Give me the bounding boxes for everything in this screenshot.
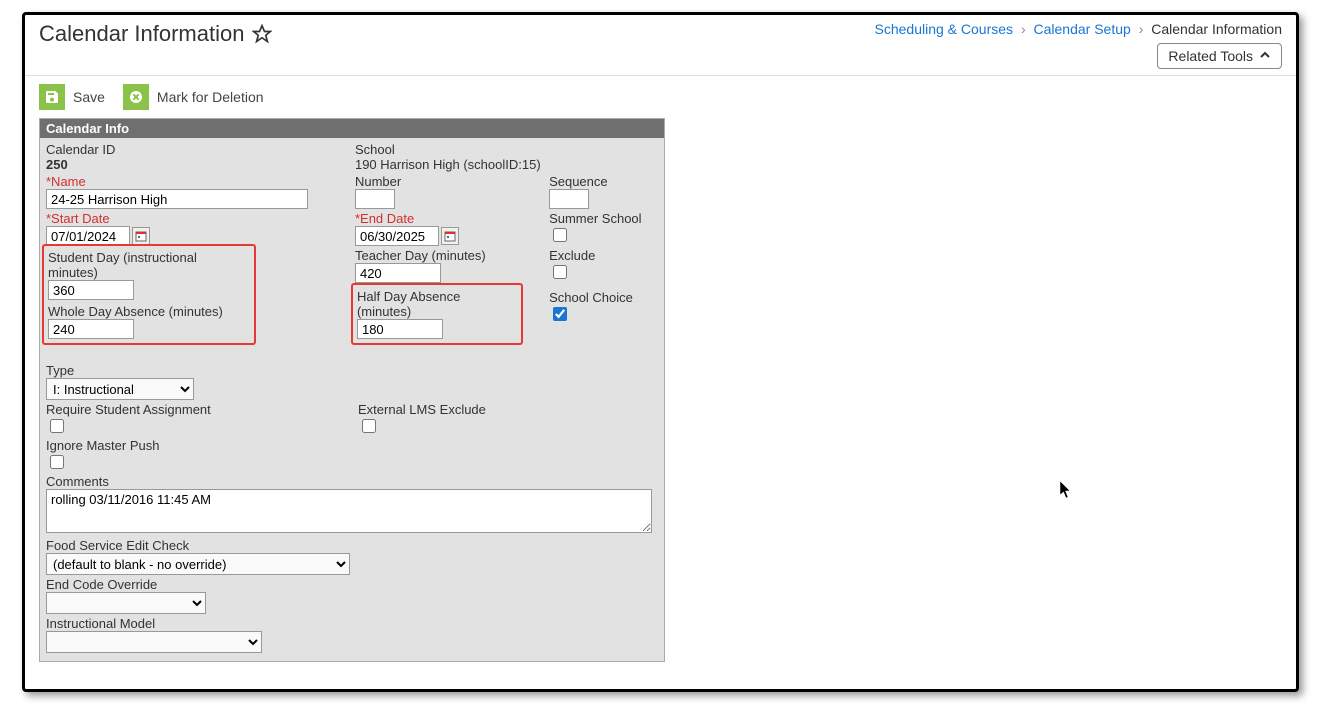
require-student-assignment-label: Require Student Assignment [46,402,358,417]
calendar-id-label: Calendar ID [46,142,355,157]
end-code-override-select[interactable] [46,592,206,614]
half-day-absence-input[interactable] [357,319,443,339]
highlight-half-day: Half Day Absence (minutes) [351,283,523,345]
school-choice-checkbox[interactable] [553,307,567,321]
calendar-icon[interactable] [132,227,150,245]
favorite-star-icon[interactable] [252,24,272,44]
external-lms-exclude-checkbox[interactable] [362,419,376,433]
breadcrumb: Scheduling & Courses › Calendar Setup › … [875,21,1282,37]
sequence-label: Sequence [549,174,658,189]
panel-header: Calendar Info [40,119,664,138]
food-service-edit-check-select[interactable]: (default to blank - no override) [46,553,350,575]
calendar-info-panel: Calendar Info Calendar ID 250 School 190… [39,118,665,662]
delete-icon [123,84,149,110]
chevron-right-icon: › [1021,21,1026,37]
student-day-input[interactable] [48,280,134,300]
start-date-label: *Start Date [46,211,355,226]
save-button[interactable]: Save [39,84,105,110]
end-code-override-label: End Code Override [46,577,658,592]
external-lms-exclude-label: External LMS Exclude [358,402,554,417]
school-choice-label: School Choice [549,290,658,305]
require-student-assignment-checkbox[interactable] [50,419,64,433]
half-day-absence-label: Half Day Absence (minutes) [357,289,517,319]
mark-delete-label: Mark for Deletion [157,89,264,105]
breadcrumb-calendar-setup[interactable]: Calendar Setup [1034,21,1131,37]
summer-school-checkbox[interactable] [553,228,567,242]
save-label: Save [73,89,105,105]
whole-day-absence-label: Whole Day Absence (minutes) [48,304,250,319]
chevron-up-icon [1259,48,1271,64]
highlight-student-whole: Student Day (instructional minutes) Whol… [42,244,256,345]
chevron-right-icon: › [1139,21,1144,37]
end-date-label: *End Date [355,211,549,226]
teacher-day-input[interactable] [355,263,441,283]
number-input[interactable] [355,189,395,209]
school-label: School [355,142,658,157]
name-label: *Name [46,174,355,189]
breadcrumb-current: Calendar Information [1151,21,1282,37]
breadcrumb-scheduling[interactable]: Scheduling & Courses [875,21,1014,37]
whole-day-absence-input[interactable] [48,319,134,339]
exclude-label: Exclude [549,248,658,263]
student-day-label: Student Day (instructional minutes) [48,250,250,280]
ignore-master-push-label: Ignore Master Push [46,438,358,453]
summer-school-label: Summer School [549,211,658,226]
related-tools-button[interactable]: Related Tools [1157,43,1282,69]
school-value: 190 Harrison High (schoolID:15) [355,157,658,172]
end-date-input[interactable] [355,226,439,246]
type-label: Type [46,363,358,378]
name-input[interactable] [46,189,308,209]
exclude-checkbox[interactable] [553,265,567,279]
mark-for-deletion-button[interactable]: Mark for Deletion [123,84,264,110]
comments-textarea[interactable] [46,489,652,533]
calendar-id-value: 250 [46,157,355,172]
start-date-input[interactable] [46,226,130,246]
sequence-input[interactable] [549,189,589,209]
teacher-day-label: Teacher Day (minutes) [355,248,549,263]
instructional-model-select[interactable] [46,631,262,653]
save-icon [39,84,65,110]
instructional-model-label: Instructional Model [46,616,658,631]
toolbar: Save Mark for Deletion [25,76,1296,118]
page-header: Calendar Information Scheduling & Course… [25,15,1296,76]
page-title: Calendar Information [39,21,244,47]
food-service-edit-check-label: Food Service Edit Check [46,538,658,553]
comments-label: Comments [46,474,658,489]
number-label: Number [355,174,549,189]
related-tools-label: Related Tools [1168,48,1253,64]
calendar-icon[interactable] [441,227,459,245]
ignore-master-push-checkbox[interactable] [50,455,64,469]
type-select[interactable]: I: Instructional [46,378,194,400]
